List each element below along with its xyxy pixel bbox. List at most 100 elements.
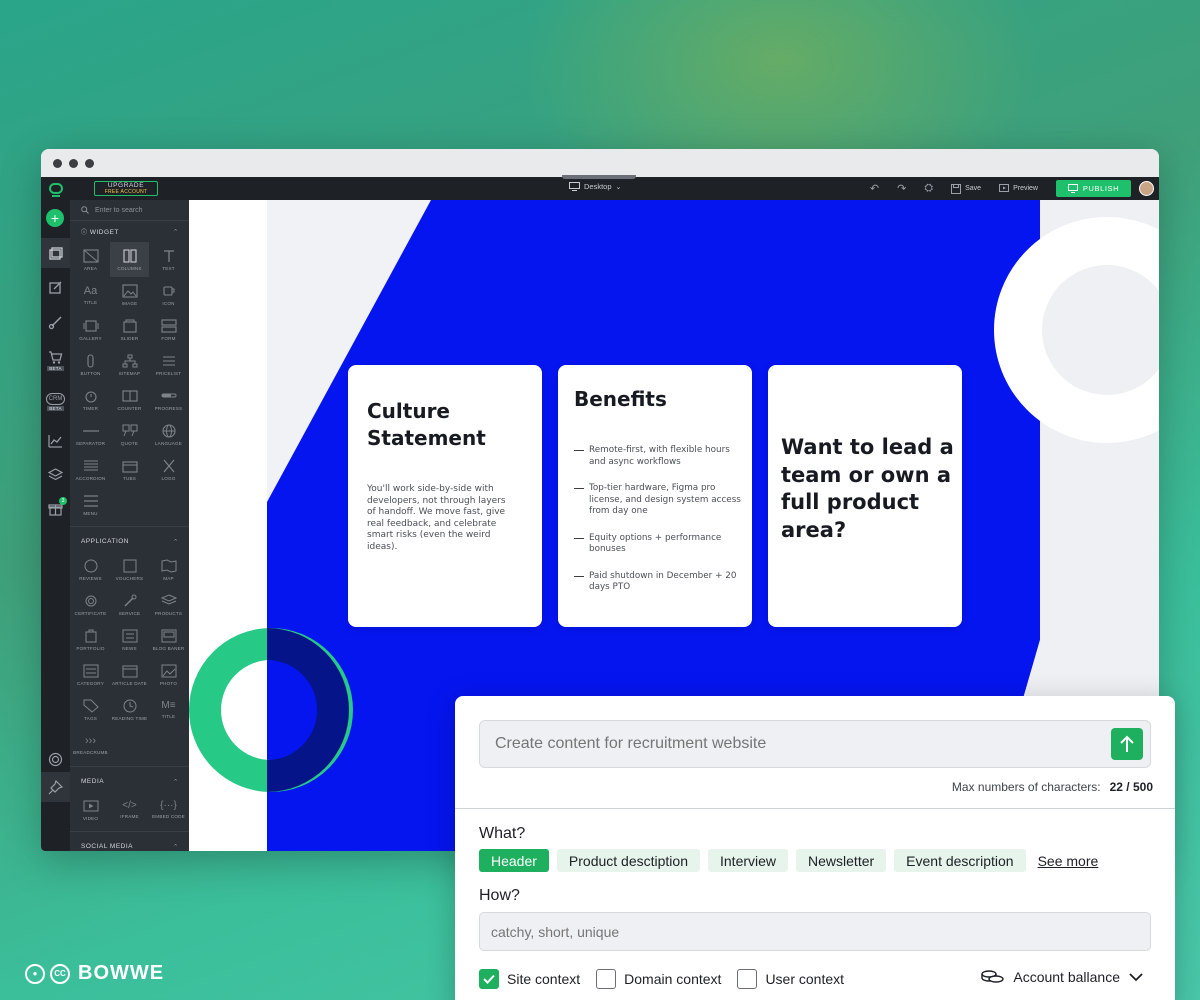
widget-accordion[interactable]: ACCORDION [71, 452, 110, 487]
rail-crm[interactable]: CRM BETA [41, 384, 70, 420]
preview-button[interactable]: Preview [999, 184, 1038, 193]
widget-vouchers[interactable]: VOUCHERS [110, 552, 149, 587]
avatar[interactable] [1139, 181, 1154, 196]
section-application[interactable]: APPLICATION ⌃ [70, 531, 189, 552]
rail-gifts[interactable]: 3 [41, 493, 70, 523]
redo-icon[interactable]: ↷ [897, 182, 906, 195]
desktop-icon [569, 182, 580, 191]
chip-interview[interactable]: Interview [708, 849, 789, 872]
widget-pricelist[interactable]: PRICELIST [149, 347, 188, 382]
search-icon [81, 206, 89, 214]
widget-timer[interactable]: TIMER [71, 382, 110, 417]
widget-sitemap[interactable]: SITEMAP [110, 347, 149, 382]
publish-button[interactable]: PUBLISH [1056, 180, 1131, 197]
widget-label: IFRAME [120, 814, 139, 819]
widget-breadcrumb[interactable]: ››› BREADCRUMB [71, 727, 110, 762]
map-icon [161, 558, 176, 573]
left-rail: + BETA CRM BETA 3 [41, 200, 70, 851]
chip-newsletter[interactable]: Newsletter [796, 849, 887, 872]
widget-reviews[interactable]: REVIEWS [71, 552, 110, 587]
upgrade-button[interactable]: UPGRADE FREE ACCOUNT [94, 181, 158, 196]
section-media[interactable]: MEDIA ⌃ [70, 771, 189, 792]
section-social-media[interactable]: SOCIAL MEDIA ⌃ [70, 836, 189, 851]
widget-iframe[interactable]: </> IFRAME [110, 792, 149, 827]
widget-progress[interactable]: PROGRESS [149, 382, 188, 417]
site-context-option[interactable]: Site context [479, 969, 580, 989]
widget-columns[interactable]: COLUMNS [110, 242, 149, 277]
widget-certificate[interactable]: CERTIFICATE [71, 587, 110, 622]
window-dot-2[interactable] [69, 158, 78, 168]
widget-slider[interactable]: SLIDER [110, 312, 149, 347]
device-selector[interactable]: Desktop ⌄ [569, 182, 621, 191]
domain-context-option[interactable]: Domain context [596, 969, 721, 989]
slider-icon [122, 319, 137, 333]
widget-separator[interactable]: SEPARATOR [71, 417, 110, 452]
rail-help[interactable] [41, 744, 70, 774]
sitemap-icon[interactable]: ⛭ [924, 182, 933, 195]
widget-form[interactable]: FORM [149, 312, 188, 347]
widget-icon[interactable]: ICON [149, 277, 188, 312]
menu-icon [83, 494, 98, 507]
widget-embed-code[interactable]: {···} EMBED CODE [149, 792, 188, 827]
cart-icon [49, 350, 63, 364]
add-icon[interactable]: + [46, 209, 64, 227]
widget-label: MAP [163, 575, 174, 581]
browser-chrome [41, 149, 1159, 177]
see-more-link[interactable]: See more [1038, 853, 1099, 869]
save-button[interactable]: Save [951, 183, 981, 194]
widget-portfolio[interactable]: PORTFOLIO [71, 622, 110, 657]
rail-design[interactable] [41, 307, 70, 337]
widget-title[interactable]: Aa TITLE [71, 277, 110, 312]
widget-text[interactable]: TEXT [149, 242, 188, 277]
widget-reading-time[interactable]: READING TIME [110, 692, 149, 727]
widget-area[interactable]: AREA [71, 242, 110, 277]
device-label: Desktop [584, 182, 612, 191]
send-button[interactable] [1111, 728, 1143, 760]
rail-edit[interactable] [41, 272, 70, 302]
widget-photo[interactable]: PHOTO [149, 657, 188, 692]
rail-shop[interactable]: BETA [41, 342, 70, 378]
widget-service[interactable]: SERVICE [110, 587, 149, 622]
section-widget[interactable]: ⓘ WIDGET ⌃ [70, 221, 189, 242]
chip-event-description[interactable]: Event description [894, 849, 1026, 872]
app-logo[interactable] [41, 177, 70, 200]
widget-article-date[interactable]: ARTICLE DATE [110, 657, 149, 692]
widget-tags[interactable]: TAGS [71, 692, 110, 727]
widget-logo[interactable]: LOGO [149, 452, 188, 487]
widget-quote[interactable]: QUOTE [110, 417, 149, 452]
undo-icon[interactable]: ↶ [870, 182, 879, 195]
widget-button[interactable]: BUTTON [71, 347, 110, 382]
rail-pages[interactable] [41, 238, 70, 268]
widget-counter[interactable]: COUNTER [110, 382, 149, 417]
widget-menu[interactable]: MENU [71, 487, 110, 522]
prompt-input[interactable] [495, 721, 1095, 767]
rail-pin[interactable] [41, 772, 70, 802]
site-context-checkbox[interactable] [479, 969, 499, 989]
rail-layers[interactable] [41, 460, 70, 490]
widget-map[interactable]: MAP [149, 552, 188, 587]
widget-language[interactable]: LANGUAGE [149, 417, 188, 452]
widget-news[interactable]: NEWS [110, 622, 149, 657]
widget-blog-baner[interactable]: BLOG BANER [149, 622, 188, 657]
user-context-checkbox[interactable] [737, 969, 758, 989]
window-dot-3[interactable] [85, 158, 94, 168]
widget-video[interactable]: VIDEO [71, 792, 110, 827]
culture-card: Culture Statement You'll work side-by-si… [348, 365, 542, 627]
ai-content-panel: Max numbers of characters: 22 / 500 What?… [455, 696, 1175, 1000]
widget-image[interactable]: IMAGE [110, 277, 149, 312]
widget-gallery[interactable]: GALLERY [71, 312, 110, 347]
user-context-option[interactable]: User context [737, 969, 844, 989]
widget-app-title[interactable]: M≡ TITLE [149, 692, 188, 727]
widget-tubs[interactable]: TUBS [110, 452, 149, 487]
window-dot-1[interactable] [53, 158, 62, 168]
section-application-label: APPLICATION [81, 538, 130, 545]
domain-context-checkbox[interactable] [596, 969, 617, 989]
widget-products[interactable]: PRODUCTS [149, 587, 188, 622]
widget-category[interactable]: CATEGORY [71, 657, 110, 692]
rail-stats[interactable] [41, 426, 70, 456]
widget-search[interactable]: Enter to search [70, 200, 189, 221]
account-balance-dropdown[interactable]: Account ballance [981, 969, 1143, 985]
chip-header[interactable]: Header [479, 849, 549, 872]
how-input[interactable] [491, 913, 1131, 950]
chip-product-description[interactable]: Product desctiption [556, 849, 700, 872]
